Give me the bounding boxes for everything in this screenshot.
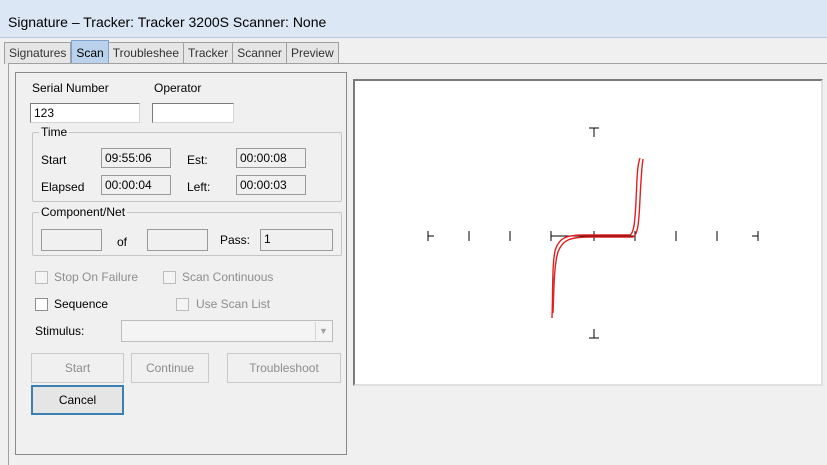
scan-continuous-checkbox[interactable] [163, 271, 176, 284]
elapsed-time-label: Elapsed [41, 180, 85, 194]
chevron-down-icon: ▼ [315, 322, 331, 340]
of-label: of [117, 235, 128, 249]
operator-label: Operator [154, 81, 202, 95]
stimulus-label: Stimulus: [35, 324, 85, 338]
stop-on-failure-checkbox[interactable] [35, 271, 48, 284]
start-time-field: 09:55:06 [101, 148, 171, 168]
component-total-field [147, 229, 208, 251]
plot-axes [427, 127, 759, 339]
tab-scan[interactable]: Scan [71, 40, 109, 64]
serial-number-input[interactable]: 123 [30, 103, 140, 123]
left-time-label: Left: [187, 180, 211, 194]
component-net-legend: Component/Net [39, 205, 128, 219]
elapsed-time-field: 00:00:04 [101, 175, 171, 195]
tab-troubleshoot[interactable]: Troubleshee [108, 42, 184, 64]
title-bar: Signature – Tracker: Tracker 3200S Scann… [0, 0, 827, 38]
scan-control-panel: Serial Number Operator 123 Time Start 09… [15, 72, 347, 455]
left-time-field: 00:00:03 [236, 175, 306, 195]
sequence-checkbox[interactable] [35, 298, 48, 311]
stop-on-failure-label: Stop On Failure [54, 270, 139, 284]
tab-tracker[interactable]: Tracker [184, 42, 234, 64]
window-title: Signature – Tracker: Tracker 3200S Scann… [8, 14, 327, 30]
tab-signatures[interactable]: Signatures [4, 42, 72, 64]
troubleshoot-button[interactable]: Troubleshoot [227, 353, 341, 383]
scan-continuous-label: Scan Continuous [182, 270, 274, 284]
est-time-label: Est: [187, 153, 208, 167]
est-time-field: 00:00:08 [236, 148, 306, 168]
use-scan-list-label: Use Scan List [196, 297, 271, 311]
signature-plot-canvas [427, 127, 759, 339]
signature-trace-1 [551, 157, 641, 319]
pass-field: 1 [260, 229, 333, 251]
use-scan-list-checkbox[interactable] [176, 298, 189, 311]
start-button[interactable]: Start [31, 353, 124, 383]
component-current-field [41, 229, 102, 251]
tab-scanner[interactable]: Scanner [233, 42, 287, 64]
time-group-legend: Time [39, 125, 70, 139]
pass-label: Pass: [220, 233, 251, 247]
tab-preview[interactable]: Preview [286, 42, 339, 64]
cancel-button[interactable]: Cancel [31, 385, 124, 415]
start-time-label: Start [41, 153, 67, 167]
tab-strip: Signatures Scan Troubleshee Tracker Scan… [4, 40, 339, 64]
serial-number-label: Serial Number [32, 81, 109, 95]
operator-input[interactable] [152, 103, 234, 123]
signature-plot [353, 79, 823, 386]
continue-button[interactable]: Continue [131, 353, 209, 383]
stimulus-dropdown[interactable]: ▼ [121, 320, 333, 342]
sequence-label: Sequence [54, 297, 109, 311]
